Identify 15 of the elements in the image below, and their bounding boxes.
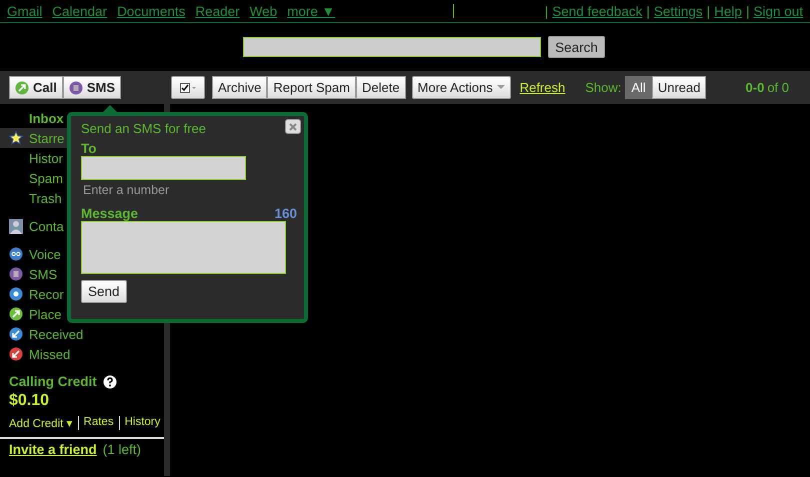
separator: | xyxy=(746,4,750,18)
message-label: Message xyxy=(81,206,138,221)
popup-title: Send an SMS for free xyxy=(81,121,208,136)
show-label: Show: xyxy=(585,80,622,95)
to-label: To xyxy=(81,141,98,156)
field-hint: Enter a number xyxy=(83,183,170,197)
credit-amount: $0.10 xyxy=(8,391,50,410)
separator: | xyxy=(544,4,548,18)
credit-title: Calling Credit xyxy=(9,374,97,389)
separator: | xyxy=(706,4,710,18)
invite-note: (1 left) xyxy=(102,442,142,457)
range-count: 0-0 xyxy=(746,80,764,95)
separator: | xyxy=(646,4,650,18)
character-counter: 160 xyxy=(274,206,297,221)
total-count: of 0 xyxy=(767,80,789,95)
